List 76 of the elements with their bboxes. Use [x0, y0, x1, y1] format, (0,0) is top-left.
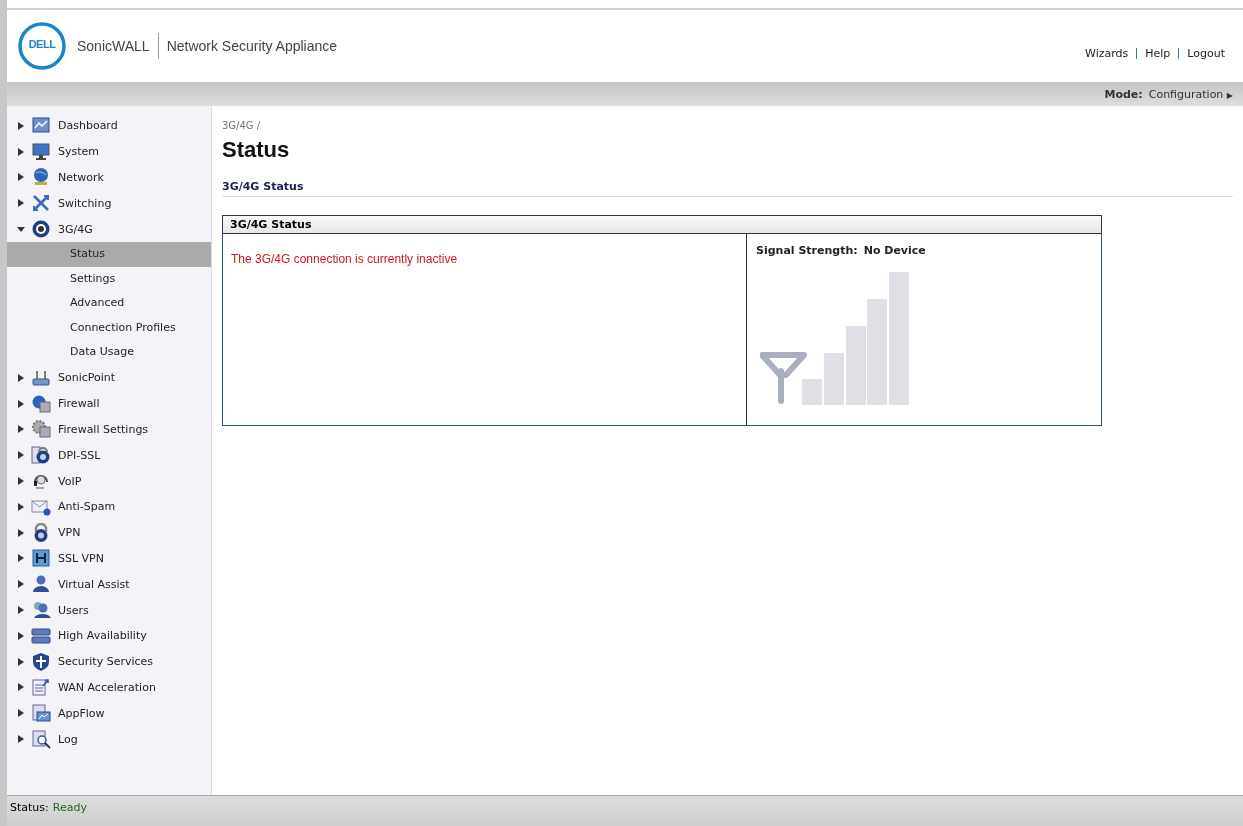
magnifier-page-icon — [31, 729, 51, 749]
sidebar-subitem[interactable]: Status — [7, 242, 211, 267]
status-value: Ready — [52, 800, 87, 814]
product-name: SonicWALL — [77, 38, 150, 54]
sidebar-item[interactable]: Dashboard — [58, 119, 118, 133]
sidebar-item[interactable]: Users — [58, 603, 89, 617]
sidebar-item[interactable]: Virtual Assist — [58, 577, 130, 591]
sidebar-item[interactable]: System — [58, 145, 100, 159]
page-title: Status — [222, 137, 290, 163]
section-title: 3G/4G Status — [222, 180, 1233, 197]
expand-arrow-icon[interactable] — [17, 477, 25, 486]
mode-button[interactable]: Configuration ▶ — [1148, 87, 1233, 101]
expand-arrow-icon[interactable] — [17, 451, 25, 460]
expand-arrow-icon[interactable] — [17, 709, 25, 718]
chart-icon — [31, 115, 51, 136]
sidebar-item[interactable]: VPN — [58, 526, 81, 540]
app-title: Network Security Appliance — [166, 38, 338, 54]
expand-arrow-icon[interactable] — [17, 735, 25, 743]
header-link[interactable]: Wizards — [1085, 46, 1129, 60]
sidebar-item[interactable]: Security Services — [58, 655, 154, 669]
header-link[interactable]: Logout — [1187, 46, 1225, 60]
cross-arrows-icon — [31, 193, 51, 214]
sidebar-item[interactable]: Log — [58, 732, 78, 746]
sidebar-item[interactable]: Switching — [58, 196, 112, 210]
expand-arrow-icon[interactable] — [17, 121, 25, 130]
sidebar-item[interactable]: DPI-SSL — [58, 448, 101, 462]
document-chart-icon — [31, 703, 51, 724]
expand-arrow-icon[interactable] — [17, 199, 25, 208]
logo-icon — [17, 21, 67, 71]
globe-icon — [31, 167, 51, 188]
panel-title: 3G/4G Status — [223, 216, 1101, 234]
expand-arrow-icon[interactable] — [17, 373, 25, 382]
expand-arrow-icon[interactable] — [17, 657, 25, 666]
sidebar-item[interactable]: Firewall Settings — [58, 422, 149, 436]
sidebar-item[interactable]: High Availability — [58, 629, 147, 643]
sidebar-item[interactable]: 3G/4G — [58, 222, 93, 236]
sidebar-item[interactable]: WAN Acceleration — [58, 680, 156, 694]
expand-arrow-icon[interactable] — [17, 683, 25, 692]
sidebar-item[interactable]: Network — [58, 171, 104, 184]
sidebar-subitem[interactable]: Data Usage — [7, 340, 211, 365]
sidebar-subitem[interactable]: Settings — [7, 266, 211, 292]
logo-text: DELL — [27, 38, 57, 50]
sidebar-subitem[interactable]: Advanced — [7, 291, 211, 316]
expand-arrow-icon[interactable] — [17, 425, 25, 434]
signal-value: No Device — [863, 244, 926, 257]
sidebar-item[interactable]: AppFlow — [58, 706, 105, 720]
shield-icon — [31, 651, 51, 672]
expand-arrow-icon[interactable] — [17, 173, 25, 182]
expand-arrow-icon[interactable] — [17, 554, 25, 563]
collapse-arrow-icon[interactable] — [17, 225, 25, 234]
signal-bars-icon — [760, 271, 910, 405]
sidebar-item[interactable]: SSL VPN — [58, 551, 104, 565]
expand-arrow-icon[interactable] — [17, 147, 25, 156]
sidebar-item[interactable]: Anti-Spam — [58, 500, 116, 514]
sidebar-subitem[interactable]: Connection Profiles — [7, 315, 211, 341]
expand-arrow-icon[interactable] — [17, 631, 25, 640]
servers-icon — [31, 625, 51, 646]
gear-wall-icon — [31, 419, 51, 440]
expand-arrow-icon[interactable] — [17, 399, 25, 408]
padlock-page-icon — [31, 445, 51, 466]
expand-arrow-icon[interactable] — [17, 606, 25, 614]
expand-arrow-icon[interactable] — [17, 528, 25, 537]
document-arrow-icon — [31, 677, 51, 698]
mode-label: Mode: — [1104, 87, 1143, 101]
status-label: Status: — [10, 800, 49, 814]
sidebar-item[interactable]: SonicPoint — [58, 371, 116, 385]
status-message: The 3G/4G connection is currently inactive — [231, 252, 458, 266]
expand-arrow-icon[interactable] — [17, 580, 25, 589]
sidebar-item[interactable]: Firewall — [58, 397, 100, 411]
header-link[interactable]: Help — [1145, 46, 1171, 60]
breadcrumb: 3G/4G / — [222, 120, 261, 131]
sidebar-item[interactable]: VoIP — [58, 474, 82, 488]
users-icon — [31, 600, 51, 620]
signal-label: Signal Strength: — [756, 244, 858, 257]
monitor-icon — [31, 141, 51, 162]
expand-arrow-icon[interactable] — [17, 502, 25, 511]
